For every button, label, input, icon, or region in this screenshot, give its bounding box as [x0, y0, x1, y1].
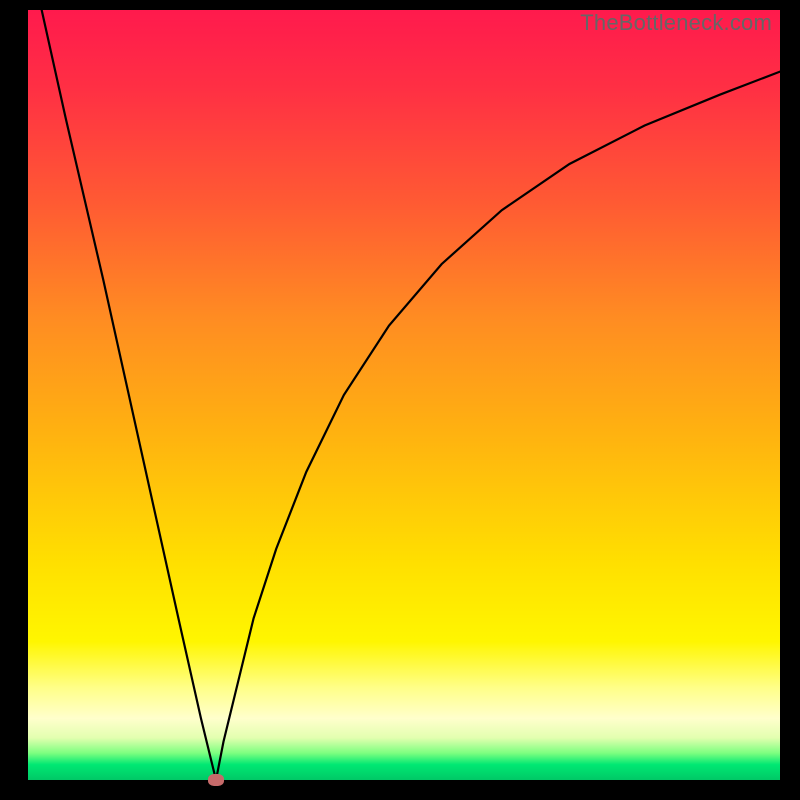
chart-plot-area: TheBottleneck.com [28, 10, 780, 780]
curve-path [28, 10, 780, 780]
watermark-text: TheBottleneck.com [580, 10, 772, 36]
bottleneck-curve [28, 10, 780, 780]
chart-frame: TheBottleneck.com [0, 0, 800, 800]
optimum-marker [208, 774, 224, 786]
